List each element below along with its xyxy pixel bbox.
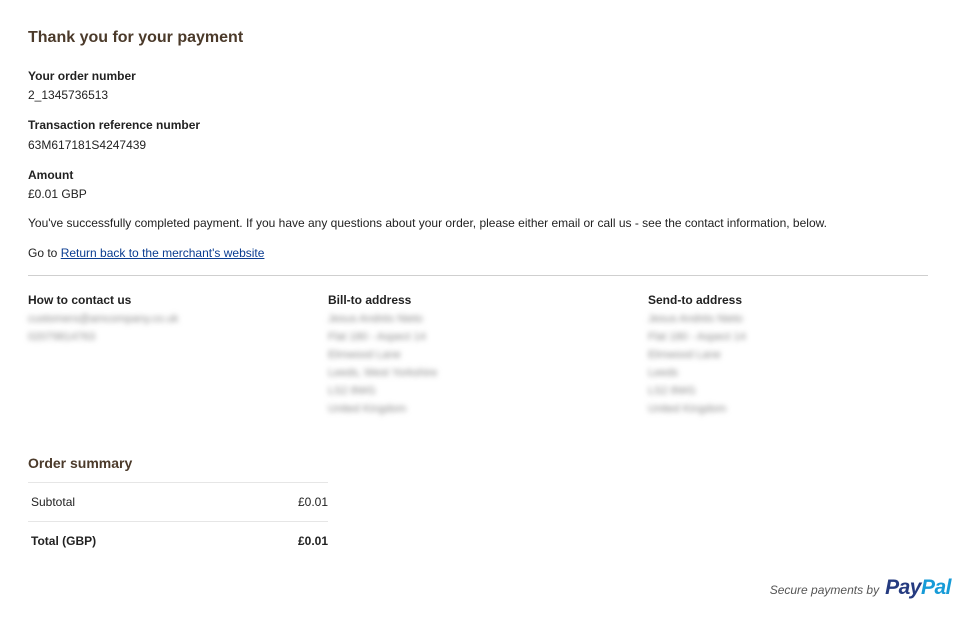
contact-email: customers@amcompany.co.uk [28,313,179,325]
send-to-line: Flat 180 - Aspect 14 [648,331,746,343]
bill-to-line: Flat 180 - Aspect 14 [328,331,426,343]
bill-to-line: Elmwood Lane [328,349,401,361]
secure-payments-text: Secure payments by [769,583,880,597]
bill-to-line: Leeds, West Yorkshire [328,367,438,379]
return-to-merchant-link[interactable]: Return back to the merchant's website [61,246,265,260]
total-label: Total (GBP) [28,521,233,560]
bill-to-section: Bill-to address Jesus Andrés Nieto Flat … [328,292,437,418]
paypal-logo-pay: Pay [885,576,921,599]
order-number-label: Your order number [28,69,136,83]
bill-to-line: United Kingdom [328,403,407,415]
paypal-logo-pal: Pal [920,576,952,599]
transaction-reference-value: 63M617181S4247439 [28,138,147,152]
success-message: You've successfully completed payment. I… [28,216,827,230]
send-to-section: Send-to address Jesus Andrés Nieto Flat … [648,292,746,418]
paypal-logo: PayPal [885,576,951,600]
bill-to-line: Jesus Andrés Nieto [328,313,423,325]
subtotal-label: Subtotal [28,482,233,522]
return-link-prefix: Go to [28,246,61,260]
send-to-line: Leeds [648,367,678,379]
order-summary-table: Subtotal £0.01 Total (GBP) £0.01 [28,482,328,560]
return-link-row: Go to Return back to the merchant's webs… [28,246,264,260]
order-number-value: 2_1345736513 [28,88,109,102]
send-to-heading: Send-to address [648,293,743,307]
contact-heading: How to contact us [28,293,132,307]
amount-label: Amount [28,168,74,182]
section-divider [28,275,928,276]
subtotal-row: Subtotal £0.01 [28,482,328,522]
send-to-line: Jesus Andrés Nieto [648,313,743,325]
bill-to-heading: Bill-to address [328,293,412,307]
subtotal-amount: £0.01 [232,482,328,522]
total-amount: £0.01 [232,521,328,560]
transaction-reference-label: Transaction reference number [28,118,201,132]
contact-section: How to contact us customers@amcompany.co… [28,292,178,346]
total-row: Total (GBP) £0.01 [28,521,328,560]
send-to-line: United Kingdom [648,403,727,415]
page-title: Thank you for your payment [28,29,244,46]
amount-value: £0.01 GBP [28,187,87,201]
secure-payments-footer: Secure payments by PayPal [769,576,952,600]
send-to-line: Elmwood Lane [648,349,721,361]
order-summary-title: Order summary [28,455,133,471]
bill-to-line: LS2 8WG [328,385,376,397]
contact-phone: 02079814763 [28,331,96,343]
send-to-line: LS2 8WG [648,385,696,397]
